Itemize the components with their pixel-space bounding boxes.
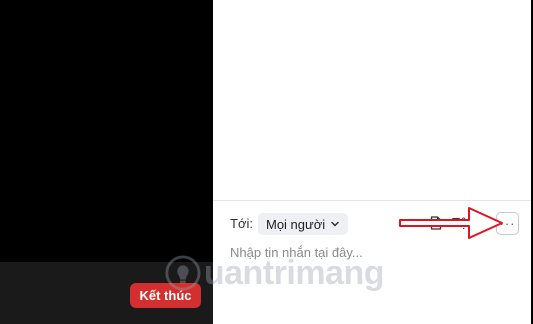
chat-panel: Tới: Mọi người Tệp ···: [213, 0, 531, 324]
chat-divider: [213, 200, 531, 201]
recipient-label: Tới:: [230, 216, 253, 231]
chevron-down-icon: [331, 221, 339, 227]
more-options-icon: ···: [499, 216, 516, 231]
file-icon: [430, 215, 442, 230]
message-input[interactable]: [230, 242, 515, 262]
file-button[interactable]: Tệp: [430, 215, 474, 230]
file-label: Tệp: [452, 215, 475, 230]
end-meeting-button[interactable]: Kết thúc: [130, 283, 201, 308]
recipient-value: Mọi người: [266, 216, 326, 232]
recipient-dropdown[interactable]: Mọi người: [258, 213, 349, 235]
chat-message-list[interactable]: [213, 0, 531, 200]
more-options-button[interactable]: ···: [496, 212, 519, 235]
